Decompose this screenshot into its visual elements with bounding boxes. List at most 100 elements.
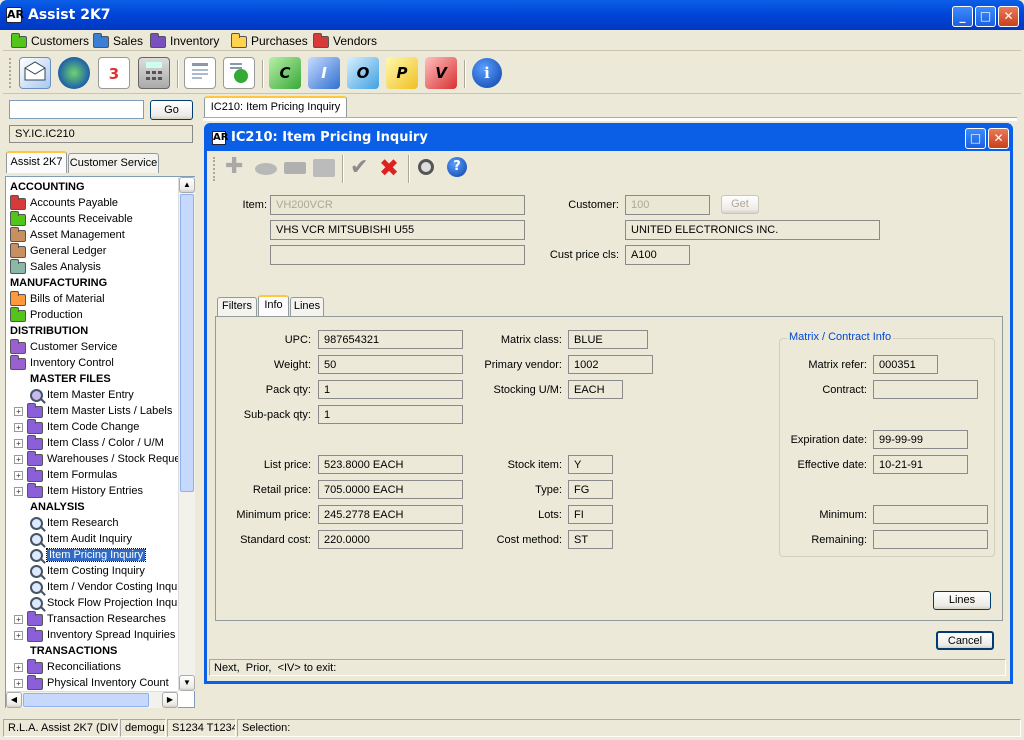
expand-icon[interactable]: +: [14, 630, 23, 640]
orders-shortcut-icon[interactable]: O: [347, 57, 379, 89]
lines-button[interactable]: Lines: [933, 591, 991, 610]
tab-filters[interactable]: Filters: [217, 297, 257, 316]
horizontal-scrollbar[interactable]: ◀ ▶: [6, 691, 178, 708]
toolbar-separator: [464, 60, 466, 88]
tree-item-label: Item Costing Inquiry: [47, 565, 145, 577]
mail-icon[interactable]: [19, 57, 51, 89]
vendors-shortcut-icon[interactable]: V: [425, 57, 457, 89]
minimize-button[interactable]: _: [952, 6, 973, 27]
tree-item[interactable]: Item Master Entry: [30, 387, 134, 403]
chart-report-icon[interactable]: [223, 57, 255, 89]
tree-item[interactable]: Item Research: [30, 515, 119, 531]
tree-item[interactable]: General Ledger: [10, 243, 106, 259]
menu-customers[interactable]: Customers: [11, 33, 89, 49]
doc-tab-ic210[interactable]: IC210: Item Pricing Inquiry: [204, 96, 347, 118]
tab-lines[interactable]: Lines: [290, 297, 324, 316]
dialog-maximize-button[interactable]: □: [965, 128, 986, 149]
tree-list: ACCOUNTING Accounts Payable Accounts Recei…: [6, 177, 178, 691]
info-icon[interactable]: i: [472, 58, 502, 88]
tree-item[interactable]: Accounts Receivable: [10, 211, 133, 227]
vertical-scrollbar[interactable]: ▲ ▼: [178, 177, 195, 691]
globe-icon[interactable]: [58, 57, 90, 89]
calculator-icon[interactable]: [138, 57, 170, 89]
expand-icon[interactable]: +: [14, 406, 23, 416]
cancel-icon[interactable]: ✖: [379, 154, 399, 182]
tree-item[interactable]: Bills of Material: [10, 291, 105, 307]
item-field[interactable]: VH200VCR: [270, 195, 525, 215]
tree-item[interactable]: + Physical Inventory Count: [14, 675, 169, 691]
go-button[interactable]: Go: [150, 100, 193, 120]
tree-item[interactable]: Item Pricing Inquiry: [30, 547, 147, 563]
report-icon[interactable]: [184, 57, 216, 89]
expand-icon[interactable]: +: [14, 614, 23, 624]
hscroll-thumb[interactable]: [23, 693, 149, 707]
tree-item[interactable]: + Warehouses / Stock Reque: [14, 451, 178, 467]
scroll-thumb[interactable]: [180, 194, 194, 492]
tree-item[interactable]: + Inventory Spread Inquiries: [14, 627, 175, 643]
tree-item[interactable]: Accounts Payable: [10, 195, 118, 211]
info-panel: UPC: 987654321 Weight: 50 Pack qty: 1 Su…: [215, 316, 1003, 621]
tree-item[interactable]: + Item Code Change: [14, 419, 139, 435]
expand-icon[interactable]: +: [14, 438, 23, 448]
tree-item[interactable]: + Item Formulas: [14, 467, 117, 483]
scroll-left-button[interactable]: ◀: [6, 692, 22, 708]
tree-item-label: Inventory Control: [30, 357, 114, 369]
tree-item[interactable]: Sales Analysis: [10, 259, 101, 275]
scroll-right-button[interactable]: ▶: [162, 692, 178, 708]
tree-item[interactable]: Item Costing Inquiry: [30, 563, 145, 579]
tree-item-label: ANALYSIS: [30, 501, 85, 513]
dialog-close-button[interactable]: ✕: [988, 128, 1009, 149]
scroll-down-button[interactable]: ▼: [179, 675, 195, 691]
expand-icon[interactable]: +: [14, 454, 23, 464]
folder-icon: [10, 355, 26, 370]
menu-purchases[interactable]: Purchases: [231, 33, 308, 49]
maximize-button[interactable]: □: [975, 6, 996, 27]
expand-icon[interactable]: +: [14, 470, 23, 480]
purchases-shortcut-icon[interactable]: P: [386, 57, 418, 89]
tab-info[interactable]: Info: [258, 295, 289, 316]
scroll-up-button[interactable]: ▲: [179, 177, 195, 193]
tab-assist-2k7[interactable]: Assist 2K7: [6, 151, 67, 173]
expand-icon[interactable]: +: [14, 678, 23, 688]
tree-item[interactable]: + Item Class / Color / U/M: [14, 435, 164, 451]
help-icon[interactable]: ?: [447, 157, 467, 177]
tree-item[interactable]: Inventory Control: [10, 355, 114, 371]
print-icon[interactable]: [313, 159, 335, 177]
expand-icon[interactable]: +: [14, 486, 23, 496]
expand-icon[interactable]: +: [14, 422, 23, 432]
toolbar-grip: [9, 58, 13, 88]
tree-item[interactable]: + Item Master Lists / Labels: [14, 403, 172, 419]
delete-icon[interactable]: [284, 162, 306, 174]
calendar-icon[interactable]: 3: [98, 57, 130, 89]
tree-item-label: Inventory Spread Inquiries: [47, 629, 176, 641]
search-input[interactable]: [9, 100, 144, 119]
add-icon[interactable]: ✚: [225, 156, 247, 179]
customers-shortcut-icon[interactable]: C: [269, 57, 301, 89]
customer-field[interactable]: 100: [625, 195, 710, 215]
tree-item[interactable]: Customer Service: [10, 339, 117, 355]
inventory-shortcut-icon[interactable]: I: [308, 57, 340, 89]
expand-icon[interactable]: +: [14, 662, 23, 672]
cancel-button[interactable]: Cancel: [936, 631, 994, 650]
tree-item[interactable]: Item / Vendor Costing Inqu: [30, 579, 177, 595]
accept-icon[interactable]: ✔: [350, 155, 368, 180]
tree-item[interactable]: Stock Flow Projection Inqui: [30, 595, 178, 611]
close-button[interactable]: ✕: [998, 6, 1019, 27]
tab-customer-service[interactable]: Customer Service: [68, 153, 159, 173]
search-icon[interactable]: [418, 159, 434, 175]
standard-cost-label: Standard cost:: [240, 534, 311, 546]
tree-item-label: Item / Vendor Costing Inqu: [47, 581, 178, 593]
menu-vendors[interactable]: Vendors: [313, 33, 377, 49]
tree-item[interactable]: Asset Management: [10, 227, 125, 243]
tree-item[interactable]: + Item History Entries: [14, 483, 143, 499]
tree-item[interactable]: + Transaction Researches: [14, 611, 166, 627]
edit-icon[interactable]: [255, 163, 277, 175]
matrix-refer-label: Matrix refer:: [808, 359, 867, 371]
menu-inventory[interactable]: Inventory: [150, 33, 219, 49]
menu-sales[interactable]: Sales: [93, 33, 143, 49]
tree-item[interactable]: Production: [10, 307, 83, 323]
get-button[interactable]: Get: [721, 195, 759, 214]
tree-item[interactable]: + Reconciliations: [14, 659, 121, 675]
tree-item-label: Item Pricing Inquiry: [45, 548, 147, 562]
tree-item[interactable]: Item Audit Inquiry: [30, 531, 132, 547]
